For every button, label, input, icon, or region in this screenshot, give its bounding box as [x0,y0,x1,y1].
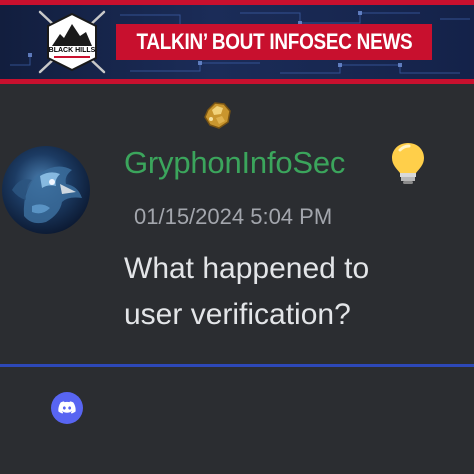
logo-text: BLACK HILLS [48,47,96,54]
timestamp: 01/15/2024 5:04 PM [134,204,333,229]
banner: BLACK HILLS TALKIN’ BOUT INFOSEC NEWS [0,0,474,84]
black-hills-logo: BLACK HILLS [34,8,110,76]
gryphon-avatar[interactable] [2,146,90,234]
banner-title: TALKIN’ BOUT INFOSEC NEWS [136,29,412,54]
message-text: What happened to user verification? [124,252,370,331]
discord-icon[interactable] [51,392,83,424]
banner-bottom-stripe [0,79,474,84]
divider [0,364,474,367]
news-title-box: TALKIN’ BOUT INFOSEC NEWS [116,24,432,60]
gold-nugget-icon [200,98,234,132]
username[interactable]: GryphonInfoSec [124,145,345,181]
lightbulb-icon [388,140,428,186]
